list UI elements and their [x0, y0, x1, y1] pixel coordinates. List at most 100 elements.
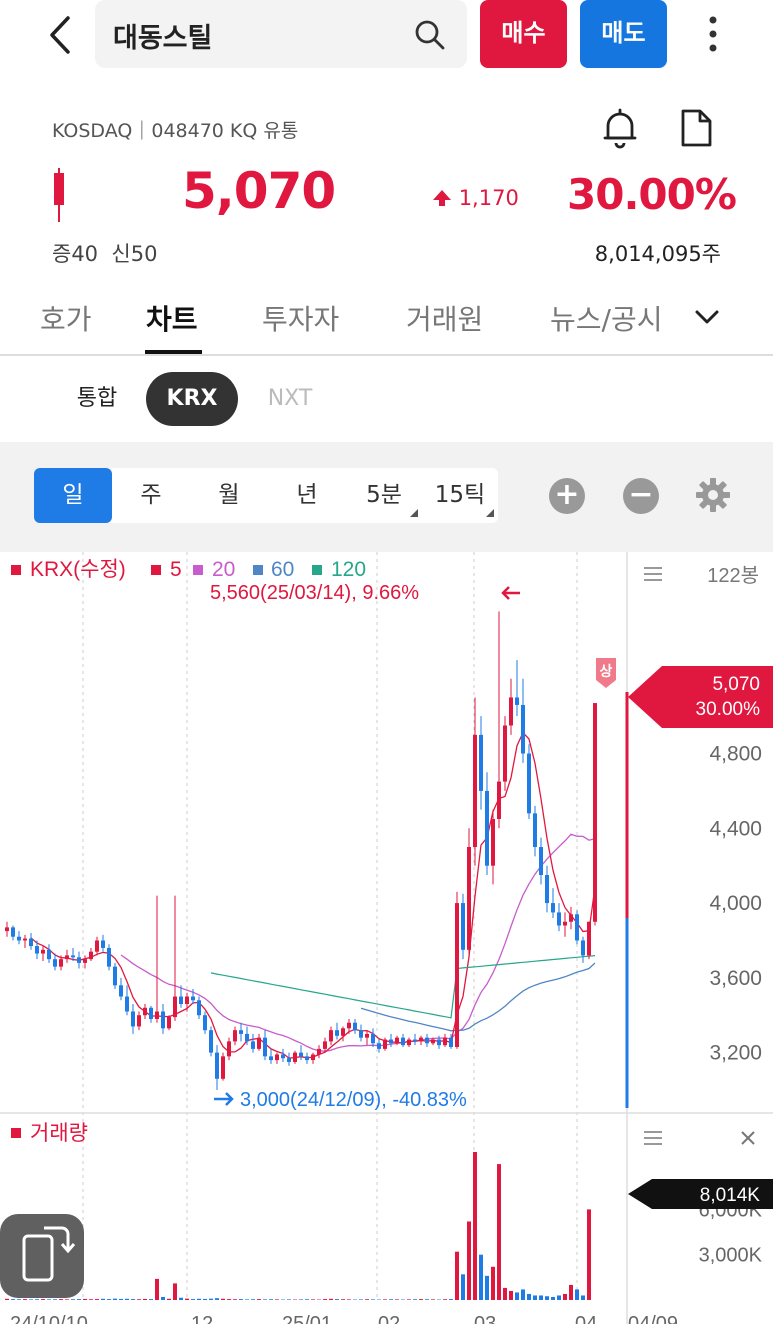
candle-body — [575, 914, 579, 941]
volume-bar — [425, 1299, 429, 1300]
tab-chart[interactable]: 차트 — [146, 298, 198, 338]
candle-body — [209, 1030, 213, 1053]
legend-swatch-ma5 — [151, 565, 161, 575]
candle-body — [527, 753, 531, 814]
volume-bar — [479, 1254, 483, 1300]
max-price-annotation: 5,560(25/03/14), 9.66% — [210, 582, 419, 604]
candle-body — [293, 1052, 297, 1062]
volume-bar — [41, 1299, 45, 1300]
period-5min-label: 5분 — [366, 482, 402, 508]
price-chart[interactable]: KRX(수정) 5 20 60 120 122봉 5,560(25/03/14)… — [0, 552, 773, 1324]
back-icon[interactable] — [40, 10, 84, 60]
candle-body — [59, 959, 63, 967]
candle-body — [137, 1015, 141, 1027]
volume-bar — [419, 1299, 423, 1300]
candle-body — [377, 1043, 381, 1049]
candle-body — [203, 1015, 207, 1031]
candle-body — [179, 996, 183, 1005]
volume-bar — [491, 1266, 495, 1300]
candle-body — [221, 1056, 225, 1079]
candle-body — [275, 1054, 279, 1061]
tab-divider — [0, 354, 773, 356]
stock-name: 대동스틸 — [113, 23, 213, 54]
volume-bar — [11, 1299, 15, 1300]
candle-body — [227, 1041, 231, 1057]
buy-button[interactable]: 매수 — [480, 0, 567, 68]
period-week[interactable]: 주 — [112, 468, 190, 523]
volume-bar — [413, 1299, 417, 1300]
period-5min[interactable]: 5분 — [346, 468, 422, 523]
legend-swatch-ma20 — [193, 565, 203, 575]
document-icon[interactable] — [676, 106, 716, 154]
candle-body — [287, 1058, 291, 1062]
candle-body — [71, 955, 75, 958]
period-day[interactable]: 일 — [34, 468, 112, 523]
candle-body — [485, 790, 489, 866]
volume-bar — [113, 1298, 117, 1300]
candle-body — [95, 940, 99, 952]
price-change: 1,170 — [432, 186, 519, 210]
zoom-in-icon[interactable]: + — [549, 478, 585, 514]
volume-bar — [341, 1299, 345, 1300]
period-month[interactable]: 월 — [190, 468, 268, 523]
candle-body — [77, 957, 81, 963]
chevron-down-icon[interactable] — [692, 302, 722, 332]
chart-legend: KRX(수정) 5 20 60 120 — [11, 558, 366, 581]
volume-bar — [551, 1296, 555, 1300]
search-icon[interactable] — [413, 18, 447, 52]
volume-bar — [431, 1299, 435, 1300]
candle-body — [233, 1030, 237, 1042]
close-icon[interactable] — [741, 1131, 755, 1145]
tab-broker[interactable]: 거래원 — [406, 298, 483, 338]
candle-body — [551, 903, 555, 913]
volume-bar — [287, 1299, 291, 1300]
candle-body — [347, 1022, 351, 1029]
legend-ma120: 120 — [331, 558, 366, 581]
y-tick-label: 4,800 — [709, 743, 762, 766]
candle-body — [431, 1039, 435, 1044]
volume-bar — [335, 1299, 339, 1300]
volume-bar — [527, 1293, 531, 1300]
volume-menu-icon[interactable] — [644, 1131, 662, 1145]
bell-icon[interactable] — [600, 106, 640, 154]
exchange-krx[interactable]: KRX — [146, 372, 238, 426]
candle-body — [503, 725, 507, 782]
volume-bar — [515, 1292, 519, 1300]
candle-body — [557, 912, 561, 926]
volume-bars — [5, 1152, 591, 1300]
exchange-nxt[interactable]: NXT — [244, 372, 336, 426]
candle-body — [491, 818, 495, 866]
volume-bar — [143, 1298, 147, 1300]
sell-button[interactable]: 매도 — [580, 0, 667, 68]
volume-bar — [233, 1299, 237, 1300]
volume-bar — [125, 1298, 129, 1300]
tab-investor[interactable]: 투자자 — [262, 298, 339, 338]
legend-swatch-main — [11, 565, 21, 575]
candle-body — [65, 955, 69, 960]
chart-menu-icon[interactable] — [644, 567, 662, 581]
candle-body — [185, 996, 189, 1005]
exchange-integrated[interactable]: 통합 — [52, 372, 142, 426]
search-bar[interactable]: 대동스틸 — [95, 0, 467, 68]
volume-bar — [347, 1299, 351, 1300]
tab-orderbook[interactable]: 호가 — [40, 298, 92, 338]
current-price-tag-value: 5,070 — [712, 674, 760, 695]
x-tick-label: 24/10/10 — [10, 1313, 88, 1324]
gear-icon[interactable] — [694, 476, 732, 514]
volume-bar — [137, 1299, 141, 1300]
volume-bar — [245, 1299, 249, 1300]
more-options-icon[interactable] — [696, 10, 730, 60]
period-15tick[interactable]: 15틱 — [422, 468, 498, 523]
candle-body — [329, 1030, 333, 1042]
candle-body — [47, 949, 51, 960]
candle-body — [125, 996, 129, 1012]
volume-bar — [29, 1299, 33, 1300]
volume-bar — [557, 1295, 561, 1300]
tab-news[interactable]: 뉴스/공시 — [550, 298, 672, 338]
candle-body — [83, 959, 87, 963]
zoom-out-icon[interactable]: − — [623, 478, 659, 514]
candle-body — [11, 927, 15, 937]
period-year[interactable]: 년 — [268, 468, 346, 523]
rotate-screen-button[interactable] — [0, 1214, 84, 1298]
volume-bar — [257, 1299, 261, 1300]
